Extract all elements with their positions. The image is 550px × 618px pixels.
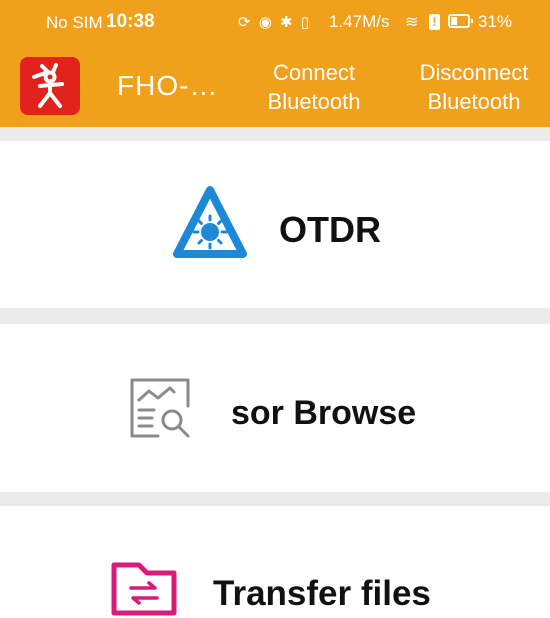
menu-item-transfer-files[interactable]: Transfer files xyxy=(0,506,550,618)
menu-label-transfer-files: Transfer files xyxy=(213,574,431,613)
divider xyxy=(0,492,550,506)
app-logo-icon xyxy=(20,57,80,115)
battery-percent: 31% xyxy=(478,12,513,31)
connect-label-line2: Bluetooth xyxy=(267,89,361,114)
otdr-warning-icon xyxy=(173,186,247,258)
disconnect-bluetooth-button[interactable]: Disconnect Bluetooth xyxy=(402,58,546,116)
app-bar: No SIM 10:38 ⟳ ◉ ✱ ▯ 1.47M/s ≋ ! 31% FHO… xyxy=(0,0,550,127)
status-time: 10:38 xyxy=(106,11,155,32)
battery-icon xyxy=(448,14,473,28)
menu-item-otdr[interactable]: OTDR xyxy=(0,141,550,308)
network-speed: 1.47M/s xyxy=(329,12,390,31)
menu-item-sor-browse[interactable]: sor Browse xyxy=(0,324,550,492)
disconnect-label-line1: Disconnect xyxy=(419,60,529,85)
menu-label-otdr: OTDR xyxy=(279,209,381,250)
divider xyxy=(0,308,550,324)
app-title: FHO-… xyxy=(117,70,219,101)
status-icons: ⟳ ◉ ✱ ▯ xyxy=(238,14,311,31)
carrier-label: No SIM xyxy=(46,13,103,32)
alert-icon: ! xyxy=(429,14,440,30)
connect-bluetooth-button[interactable]: Connect Bluetooth xyxy=(252,58,376,116)
chart-search-icon xyxy=(130,378,190,438)
wifi-icon: ≋ xyxy=(405,14,419,31)
folder-transfer-icon xyxy=(111,562,177,616)
status-bar: No SIM 10:38 ⟳ ◉ ✱ ▯ 1.47M/s ≋ ! 31% xyxy=(0,0,550,46)
menu-label-sor-browse: sor Browse xyxy=(231,394,417,432)
divider xyxy=(0,127,550,141)
disconnect-label-line2: Bluetooth xyxy=(427,89,521,114)
connect-label-line1: Connect xyxy=(273,60,355,85)
